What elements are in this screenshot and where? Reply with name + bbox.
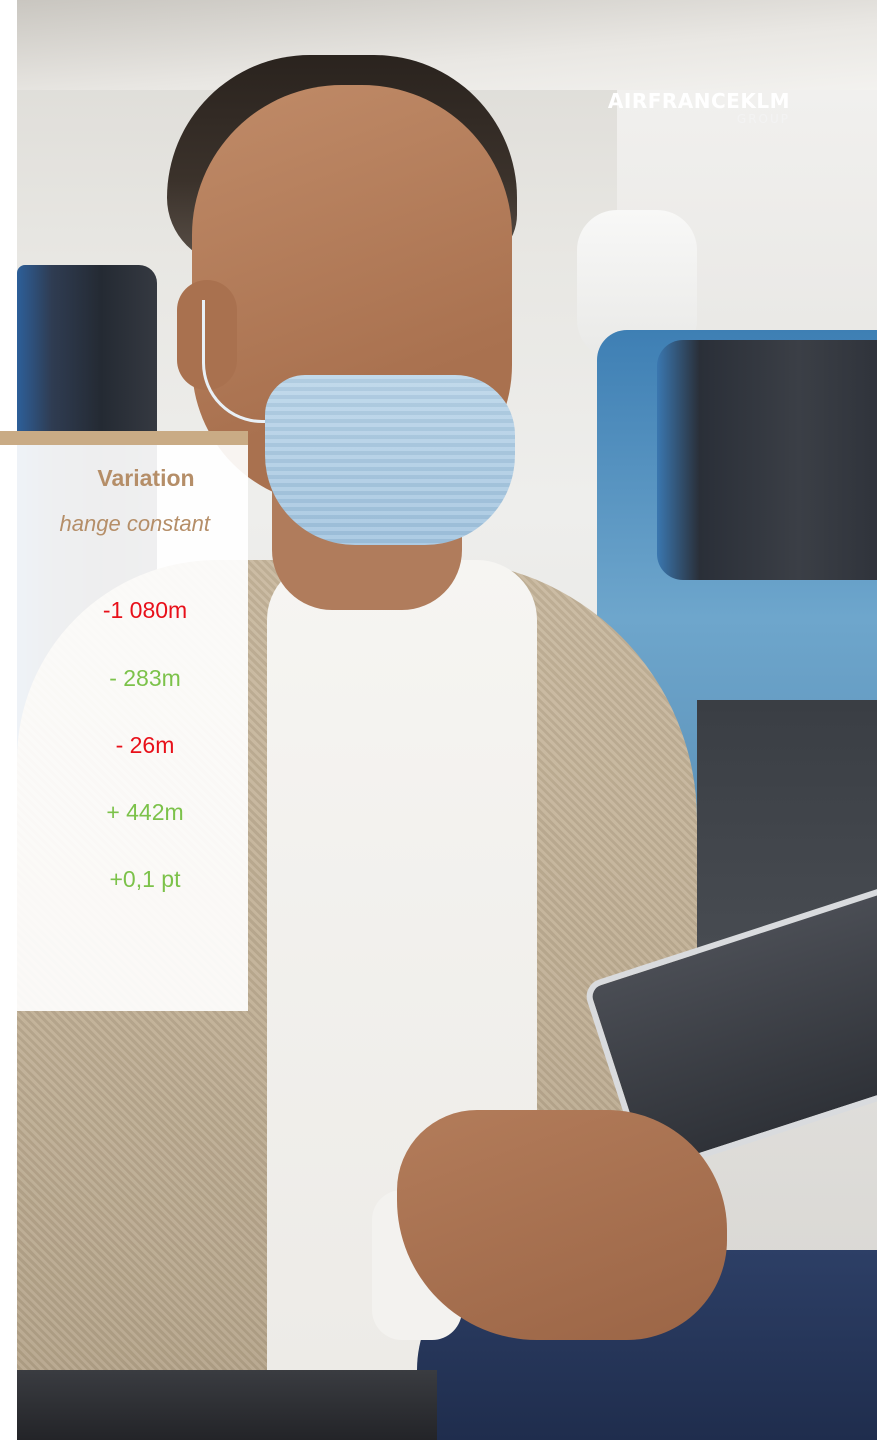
face-mask [265,375,515,545]
variation-value-row-1: -1 080m [102,597,188,623]
logo-group-label: GROUP [736,112,790,126]
passenger-hand [397,1110,727,1340]
column-subtitle: hange constant [59,511,210,536]
column-title: Variation [97,465,195,491]
armrest [17,1370,437,1440]
seat-right-headrest [657,340,877,580]
variation-value-row-2: - 283m [109,665,181,691]
variation-panel: Variation hange constant -1 080m - 283m … [0,431,248,1011]
slide: AIRFRANCEKLM GROUP Variation hange const… [0,0,877,1440]
variation-value-row-5: +0,1 pt [109,866,181,892]
variation-value-row-4: + 442m [106,799,184,825]
airfrance-klm-logo: AIRFRANCEKLM GROUP [505,90,790,126]
variation-value-row-3: - 26m [115,732,175,758]
logo-wordmark: AIRFRANCEKLM [607,89,790,113]
